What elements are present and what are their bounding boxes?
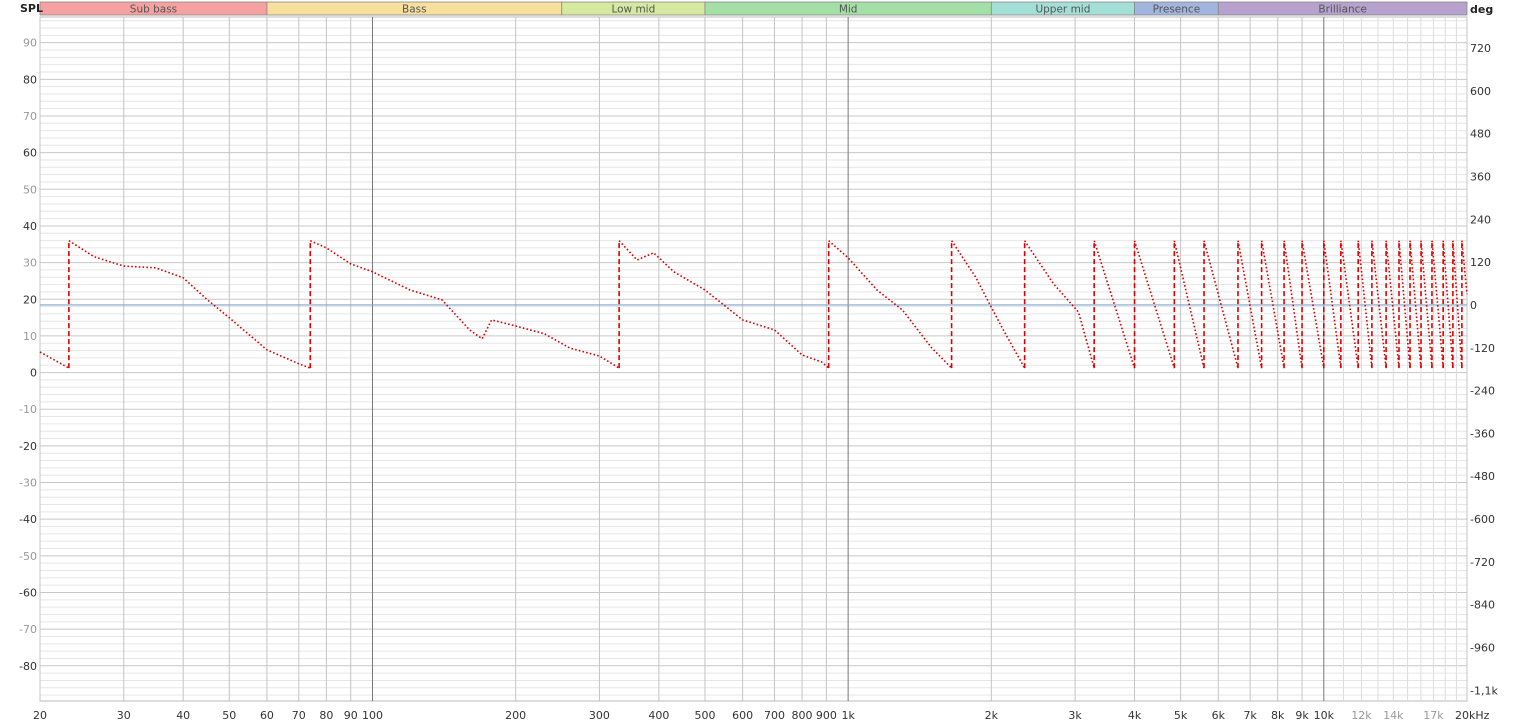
left-tick-label: 50: [23, 183, 37, 196]
x-tick-label: 9k: [1295, 709, 1309, 722]
band-label: Low mid: [611, 4, 655, 16]
left-tick-label: -70: [19, 623, 37, 636]
x-tick-label: 600: [732, 709, 753, 722]
x-tick-label: 17k: [1423, 709, 1444, 722]
left-tick-label: 20: [23, 293, 37, 306]
x-tick-label: 3k: [1068, 709, 1082, 722]
right-tick-label: -480: [1470, 470, 1495, 483]
x-tick-label: 400: [648, 709, 669, 722]
left-tick-label: 30: [23, 257, 37, 270]
left-tick-label: 80: [23, 73, 37, 86]
x-tick-label: 40: [176, 709, 190, 722]
left-tick-label: 10: [23, 330, 37, 343]
right-tick-label: -720: [1470, 556, 1495, 569]
x-tick-label: 100: [362, 709, 383, 722]
right-tick-label: -360: [1470, 427, 1495, 440]
band-label: Sub bass: [130, 4, 177, 16]
plot-area: [39, 16, 1468, 702]
x-tick-label: 900: [816, 709, 837, 722]
x-tick-label: 90: [344, 709, 358, 722]
left-tick-label: -20: [19, 440, 37, 453]
left-tick-label: 0: [30, 367, 37, 380]
x-tick-label: 30: [117, 709, 131, 722]
band-label: Upper mid: [1035, 4, 1090, 16]
left-tick-label: -80: [19, 660, 37, 673]
x-tick-label: 60: [260, 709, 274, 722]
right-tick-label: -1,1k: [1470, 684, 1498, 697]
left-tick-label: -10: [19, 403, 37, 416]
x-tick-label: 6k: [1212, 709, 1226, 722]
x-tick-label: 10k: [1314, 709, 1335, 722]
right-tick-label: 240: [1470, 213, 1491, 226]
right-tick-label: -840: [1470, 599, 1495, 612]
left-tick-label: -30: [19, 477, 37, 490]
right-tick-label: -960: [1470, 641, 1495, 654]
x-tick-label: 1k: [841, 709, 855, 722]
grid: [39, 16, 1468, 702]
left-tick-label: 90: [23, 37, 37, 50]
right-tick-label: 480: [1470, 128, 1491, 141]
x-tick-label: 5k: [1174, 709, 1188, 722]
left-axis-title: SPL: [20, 2, 43, 15]
x-tick-label: 300: [589, 709, 610, 722]
right-axis-title: deg: [1470, 3, 1493, 16]
right-tick-label: -240: [1470, 385, 1495, 398]
left-tick-label: 70: [23, 110, 37, 123]
right-tick-label: 720: [1470, 42, 1491, 55]
x-tick-label: 12k: [1351, 709, 1372, 722]
right-tick-label: 600: [1470, 85, 1491, 98]
right-tick-label: 120: [1470, 256, 1491, 269]
phase-chart: Sub bass Bass Low mid Mid Upper mid Presence B…: [19, 1, 1498, 722]
x-tick-label: 700: [764, 709, 785, 722]
x-tick-label: 200: [505, 709, 526, 722]
x-tick-label: 20: [33, 709, 47, 722]
x-tick-label: 14k: [1383, 709, 1404, 722]
band-label: Mid: [839, 4, 858, 16]
left-tick-label: 60: [23, 147, 37, 160]
left-tick-label: 40: [23, 220, 37, 233]
right-tick-label: -120: [1470, 342, 1495, 355]
frequency-bands: Sub bass Bass Low mid Mid Upper mid Presence B…: [39, 1, 1468, 16]
x-tick-label: 70: [292, 709, 306, 722]
x-tick-label: 4k: [1128, 709, 1142, 722]
x-tick-label: 7k: [1243, 709, 1257, 722]
band-label: Presence: [1153, 4, 1201, 16]
left-tick-label: -60: [19, 586, 37, 599]
right-tick-label: -600: [1470, 513, 1495, 526]
x-tick-label: 50: [222, 709, 236, 722]
right-tick-label: 360: [1470, 170, 1491, 183]
right-tick-label: 0: [1470, 299, 1477, 312]
x-tick-label: 800: [792, 709, 813, 722]
band-label: Brilliance: [1318, 4, 1367, 16]
left-tick-label: -40: [19, 513, 37, 526]
x-tick-label: 80: [319, 709, 333, 722]
x-tick-label: 8k: [1271, 709, 1285, 722]
left-tick-label: -50: [19, 550, 37, 563]
x-tick-label: 2k: [985, 709, 999, 722]
band-label: Bass: [402, 4, 427, 16]
x-tick-label: 20kHz: [1455, 709, 1490, 722]
x-tick-label: 500: [694, 709, 715, 722]
